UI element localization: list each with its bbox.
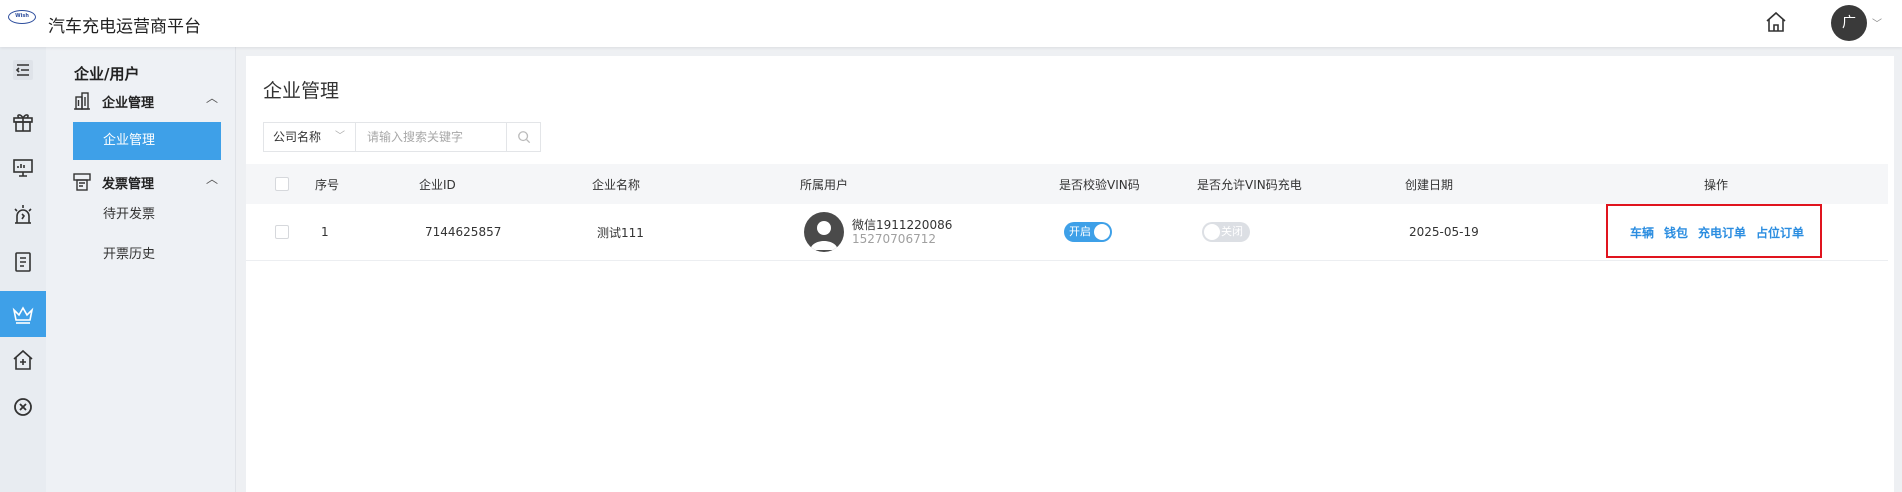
table-header: 序号 企业ID 企业名称 所属用户 是否校验VIN码 是否允许VIN码充电 创建… xyxy=(246,164,1888,204)
sidebar-item-pending-invoices[interactable]: 待开发票 xyxy=(73,196,221,234)
toggle-label: 关闭 xyxy=(1221,225,1243,238)
enterprise-id: 7144625857 xyxy=(425,225,502,239)
created-date: 2025-05-19 xyxy=(1409,225,1479,239)
select-all-checkbox[interactable] xyxy=(275,164,289,204)
vin-check-toggle[interactable]: 开启 xyxy=(1064,204,1112,260)
search-field-select[interactable]: 公司名称 ﹀ xyxy=(264,123,356,151)
top-header: Wish 汽车充电运营商平台 广 ﹀ xyxy=(0,0,1902,47)
search-input[interactable] xyxy=(356,123,506,151)
search-bar: 公司名称 ﹀ xyxy=(263,122,541,152)
invoice-icon xyxy=(72,172,92,192)
user-name: 微信1911220086 xyxy=(852,218,953,232)
building-icon xyxy=(72,91,92,111)
row-checkbox[interactable] xyxy=(275,204,289,260)
chevron-up-icon: ︿ xyxy=(206,91,219,105)
page-title: 企业管理 xyxy=(263,80,340,102)
enterprise-name: 测试111 xyxy=(597,225,644,240)
monitor-icon[interactable] xyxy=(0,145,46,191)
vin-charge-toggle[interactable]: 关闭 xyxy=(1202,204,1250,260)
logo-text: Wish xyxy=(15,13,29,19)
sidebar-group-label: 企业管理 xyxy=(102,96,155,111)
icon-rail xyxy=(0,47,46,492)
search-icon[interactable] xyxy=(506,123,540,151)
document-icon[interactable] xyxy=(0,239,46,285)
page-scrollbar[interactable] xyxy=(1894,47,1902,492)
column-header: 操作 xyxy=(1704,177,1729,192)
app-title: 汽车充电运营商平台 xyxy=(48,17,201,37)
toggle-label: 开启 xyxy=(1069,225,1091,238)
sidebar-group-enterprise[interactable]: 企业管理 ︿ xyxy=(46,83,236,119)
column-header: 是否校验VIN码 xyxy=(1059,177,1140,192)
sidebar-item-enterprise-management[interactable]: 企业管理 xyxy=(73,122,221,160)
chevron-down-icon[interactable]: ﹀ xyxy=(1872,15,1882,30)
main-content: 企业管理 公司名称 ﹀ 序号 企业ID 企业名称 所属用户 是否校验VIN码 是… xyxy=(246,56,1894,492)
circle-x-icon[interactable] xyxy=(0,382,46,428)
chevron-up-icon: ︿ xyxy=(206,172,219,186)
column-header: 所属用户 xyxy=(800,177,849,192)
user-avatar xyxy=(804,212,844,252)
column-header: 企业ID xyxy=(419,177,456,192)
column-header: 企业名称 xyxy=(592,177,641,192)
sidebar-item-invoice-history[interactable]: 开票历史 xyxy=(73,236,221,274)
chevron-down-icon: ﹀ xyxy=(335,131,345,142)
sidebar-group-label: 发票管理 xyxy=(102,177,155,192)
secondary-sidebar: 企业/用户 企业管理 ︿ 企业管理 发票管理 ︿ 待开发票 开票历史 xyxy=(46,47,236,492)
row-index: 1 xyxy=(321,225,329,239)
sidebar-title: 企业/用户 xyxy=(74,65,140,83)
home-icon[interactable] xyxy=(1764,10,1788,34)
search-field-label: 公司名称 xyxy=(273,130,322,144)
column-header: 序号 xyxy=(315,177,340,192)
user-avatar-button[interactable]: 广 xyxy=(1831,5,1867,41)
brand-logo: Wish xyxy=(8,10,36,24)
house-plus-icon[interactable] xyxy=(0,337,46,383)
sidebar-group-invoice[interactable]: 发票管理 ︿ xyxy=(46,164,236,200)
crown-icon[interactable] xyxy=(0,291,46,337)
user-cell: 微信1911220086 15270706712 xyxy=(804,204,952,260)
alarm-icon[interactable] xyxy=(0,192,46,238)
column-header: 是否允许VIN码充电 xyxy=(1197,177,1302,192)
actions-highlight-box xyxy=(1606,204,1822,258)
column-header: 创建日期 xyxy=(1405,177,1454,192)
menu-toggle-icon[interactable] xyxy=(0,47,46,93)
gift-icon[interactable] xyxy=(0,99,46,145)
user-phone: 15270706712 xyxy=(852,232,936,246)
